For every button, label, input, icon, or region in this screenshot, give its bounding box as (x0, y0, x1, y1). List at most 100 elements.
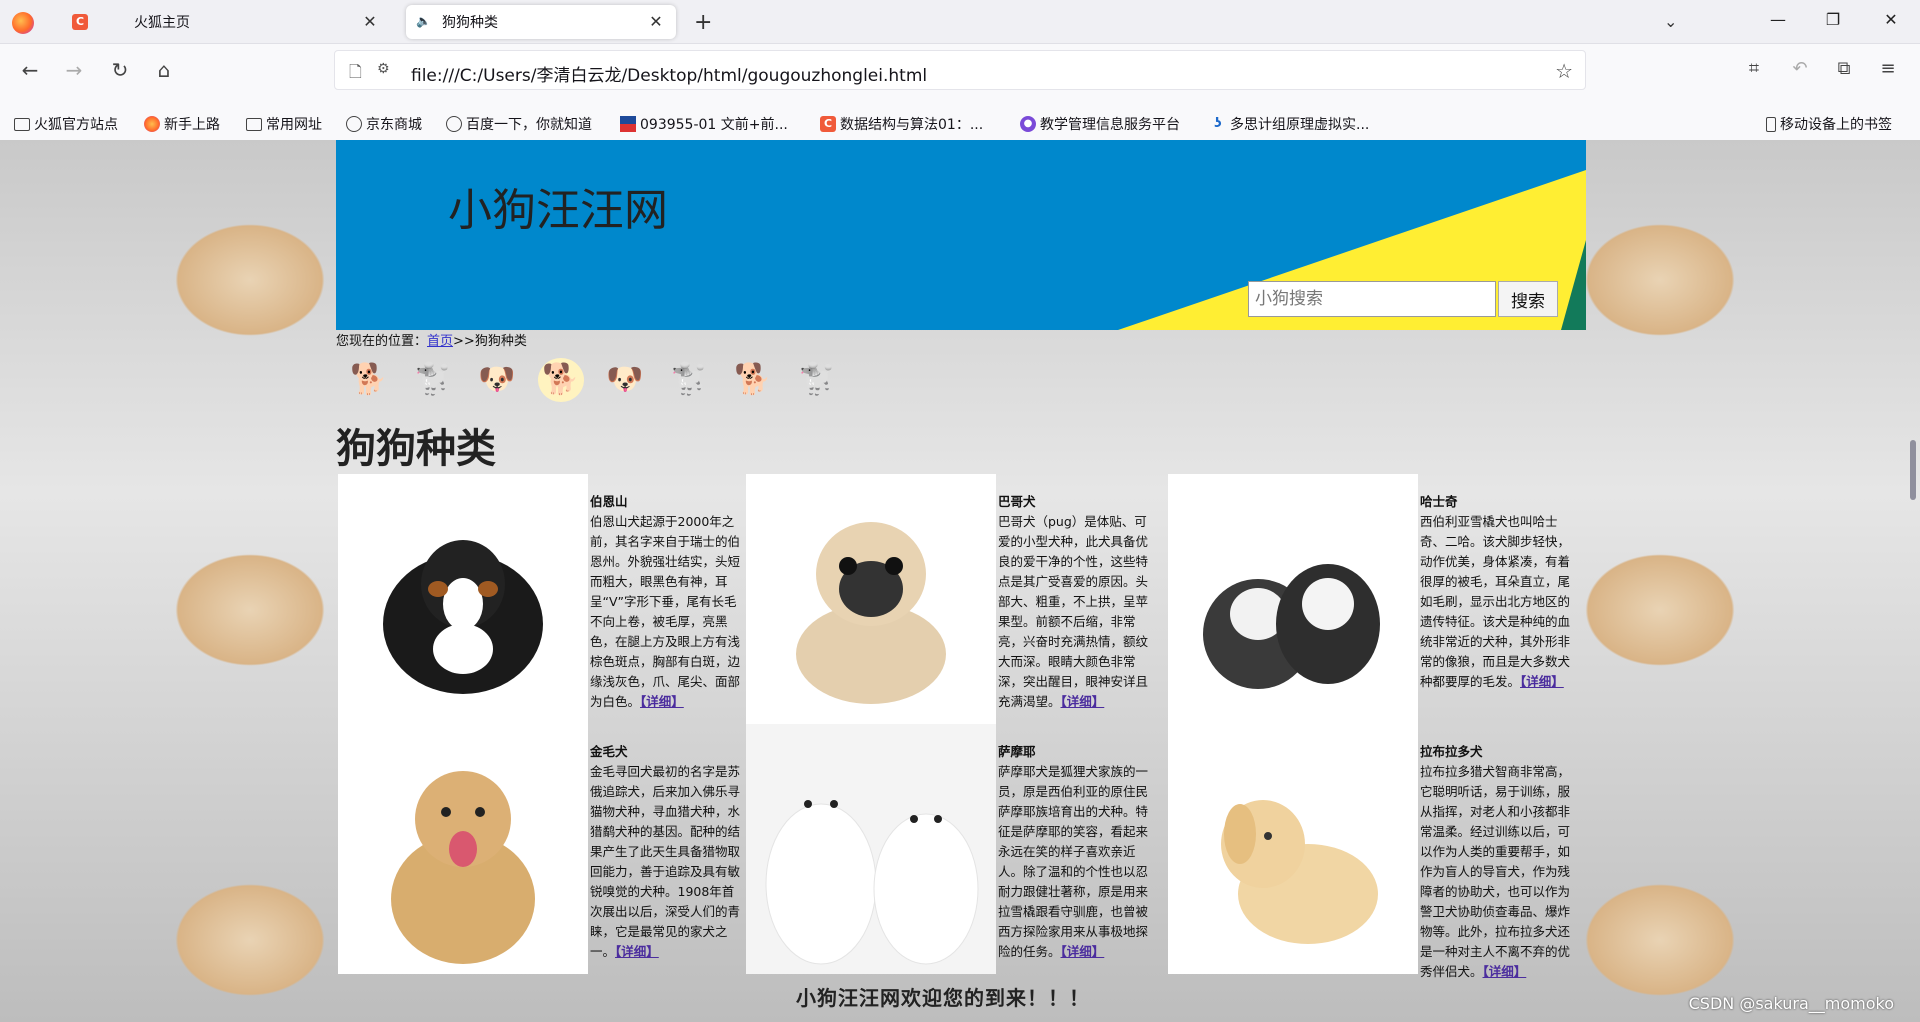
home-icon[interactable]: ⌂ (150, 58, 178, 82)
tab-dog-breeds[interactable]: 🔈 狗狗种类 ✕ (406, 5, 676, 39)
bookmark-item[interactable]: 火狐官方站点 (14, 114, 118, 134)
breed-desc-text: 西伯利亚雪橇犬也叫哈士奇、二哈。该犬脚步轻快，动作优美，身体紧凑，有着很厚的被毛… (1420, 514, 1571, 689)
breed-card: 金毛犬 金毛寻回犬最初的名字是苏俄追踪犬，后来加入佛乐寻猫物犬种，寻血猎犬种，水… (338, 724, 741, 974)
dog-sticker-icon[interactable]: 🐩 (410, 358, 456, 402)
bookmark-label: 移动设备上的书签 (1780, 117, 1892, 133)
tab-favicon-icon: C (72, 14, 88, 30)
bookmark-item[interactable]: 百度一下，你就知道 (446, 114, 592, 134)
globe-icon (346, 116, 362, 132)
detail-link[interactable]: 【详细】 (640, 694, 684, 709)
breed-name: 伯恩山 (590, 494, 628, 509)
dog-sticker-icon[interactable]: 🐕 (538, 358, 584, 402)
welcome-footer: 小狗汪汪网欢迎您的到来！！！ (796, 986, 1090, 1010)
dog-photo (1168, 724, 1418, 974)
folder-icon (14, 117, 30, 131)
dog-photo (746, 474, 996, 724)
search-input[interactable] (1248, 281, 1496, 317)
golden-retriever-image (391, 771, 535, 964)
dog-photo (746, 724, 996, 974)
bookmark-item[interactable]: ʖ 多思计组原理虚拟实... (1210, 114, 1369, 134)
bookmark-item[interactable]: 新手上路 (144, 114, 220, 134)
dog-sticker-icon[interactable]: 🐕 (346, 358, 392, 402)
breed-name: 拉布拉多犬 (1420, 744, 1483, 759)
husky-dog-image (1203, 564, 1380, 689)
speaker-icon[interactable]: 🔈 (416, 14, 431, 28)
breadcrumb: 您现在的位置：首页>>狗狗种类 (336, 330, 527, 349)
bookmark-item[interactable]: 常用网址 (246, 114, 322, 134)
site-title: 小狗汪汪网 (448, 185, 668, 236)
url-bar[interactable]: 🗋 ⚙ file:///C:/Users/李清白云龙/Desktop/html/… (334, 50, 1586, 90)
c-icon: C (820, 116, 836, 132)
section-title: 狗狗种类 (336, 426, 496, 472)
detail-link[interactable]: 【详细】 (1483, 964, 1527, 979)
close-icon[interactable]: ✕ (646, 12, 666, 31)
close-icon[interactable]: ✕ (360, 12, 380, 31)
bookmark-item[interactable]: ● 教学管理信息服务平台 (1020, 114, 1180, 134)
breed-card: 伯恩山 伯恩山犬起源于2000年之前，其名字来自于瑞士的伯恩州。外貌强壮结实，头… (338, 474, 741, 724)
breed-card: 萨摩耶 萨摩耶犬是狐狸犬家族的一员，原是西伯利亚的原住民萨摩耶族培育出的犬种。特… (746, 724, 1148, 974)
firefox-menu-icon[interactable] (12, 12, 34, 34)
bernese-dog-image (383, 540, 543, 694)
bookmark-star-icon[interactable]: ☆ (1555, 59, 1573, 83)
breed-name: 哈士奇 (1420, 494, 1458, 509)
breadcrumb-home-link[interactable]: 首页 (427, 334, 453, 349)
breed-desc-text: 拉布拉多猎犬智商非常高，它聪明听话，易于训练，服从指挥，对老人和小孩都非常温柔。… (1420, 764, 1571, 979)
window-close-icon[interactable]: ✕ (1876, 10, 1906, 29)
mobile-bookmarks[interactable]: 移动设备上的书签 (1766, 114, 1892, 134)
hamburger-menu-icon[interactable]: ≡ (1876, 58, 1900, 79)
breed-description: 巴哥犬 巴哥犬（pug）是体贴、可爱的小型犬种，此犬具备优良的爱干净的个性，这些… (998, 492, 1148, 712)
breed-desc-text: 伯恩山犬起源于2000年之前，其名字来自于瑞士的伯恩州。外貌强壮结实，头短而粗大… (590, 514, 741, 709)
extensions-icon[interactable]: ⧉ (1832, 58, 1856, 79)
bookmark-item[interactable]: C 数据结构与算法01：... (820, 114, 983, 134)
bookmark-label: 百度一下，你就知道 (466, 117, 592, 133)
scrollbar-thumb[interactable] (1910, 440, 1916, 500)
dog-sticker-icon[interactable]: 🐶 (602, 358, 648, 402)
dog-photo (338, 724, 588, 974)
search-button[interactable]: 搜索 (1498, 281, 1558, 317)
detail-link[interactable]: 【详细】 (1520, 674, 1564, 689)
breed-card: 拉布拉多犬 拉布拉多猎犬智商非常高，它聪明听话，易于训练，服从指挥，对老人和小孩… (1168, 724, 1570, 979)
minimize-icon[interactable]: — (1763, 10, 1793, 29)
detail-link[interactable]: 【详细】 (1061, 944, 1105, 959)
detail-link[interactable]: 【详细】 (615, 944, 659, 959)
blue-icon: ʖ (1214, 116, 1222, 131)
breed-desc-text: 金毛寻回犬最初的名字是苏俄追踪犬，后来加入佛乐寻猫物犬种，寻血猎犬种，水猎鹬犬种… (590, 764, 741, 959)
firefox-icon (144, 116, 160, 132)
csdn-watermark: CSDN @sakura__momoko (1688, 994, 1894, 1013)
screenshot-crop-icon[interactable]: ⌗ (1742, 58, 1766, 79)
breadcrumb-current: >>狗狗种类 (453, 334, 527, 349)
mobile-icon (1766, 116, 1776, 132)
tab-firefox-home[interactable]: C 火狐主页 ✕ (54, 5, 390, 39)
purple-icon: ● (1020, 116, 1036, 132)
bookmark-label: 多思计组原理虚拟实... (1230, 117, 1370, 133)
bookmarks-bar: 火狐官方站点 新手上路 常用网址 京东商城 百度一下，你就知道 093955-0… (0, 108, 1920, 140)
url-text[interactable]: file:///C:/Users/李清白云龙/Desktop/html/goug… (411, 61, 927, 86)
back-icon[interactable]: ← (16, 58, 44, 82)
chevron-down-icon[interactable]: ⌄ (1664, 12, 1677, 31)
dog-photo (338, 474, 588, 724)
breed-name: 萨摩耶 (998, 744, 1036, 759)
undo-icon[interactable]: ↶ (1788, 58, 1812, 79)
breed-description: 拉布拉多犬 拉布拉多猎犬智商非常高，它聪明听话，易于训练，服从指挥，对老人和小孩… (1420, 742, 1570, 982)
restore-icon[interactable]: ❐ (1818, 10, 1848, 29)
dog-sticker-icon[interactable]: 🐕 (730, 358, 776, 402)
bookmark-label: 火狐官方站点 (34, 117, 118, 133)
dog-sticker-icon[interactable]: 🐩 (666, 358, 712, 402)
breed-name: 巴哥犬 (998, 494, 1036, 509)
tab-bar: C 火狐主页 ✕ 🔈 狗狗种类 ✕ + ⌄ — ❐ ✕ (0, 0, 1920, 44)
detail-link[interactable]: 【详细】 (1061, 694, 1105, 709)
dog-sticker-icon[interactable]: 🐶 (474, 358, 520, 402)
bookmark-item[interactable]: 093955-01 文前+前... (620, 114, 788, 134)
permissions-icon[interactable]: ⚙ (377, 61, 390, 77)
flag-icon (620, 116, 636, 132)
bookmark-label: 教学管理信息服务平台 (1040, 117, 1180, 133)
dog-sticker-icon[interactable]: 🐩 (794, 358, 840, 402)
breed-card: 巴哥犬 巴哥犬（pug）是体贴、可爱的小型犬种，此犬具备优良的爱干净的个性，这些… (746, 474, 1148, 724)
tab-label: 狗狗种类 (442, 15, 498, 31)
bookmark-label: 093955-01 文前+前... (640, 117, 788, 133)
page-scrollbar[interactable] (1908, 140, 1918, 1022)
reload-icon[interactable]: ↻ (106, 58, 134, 82)
new-tab-icon[interactable]: + (694, 10, 712, 35)
forward-icon[interactable]: → (60, 58, 88, 82)
bookmark-item[interactable]: 京东商城 (346, 114, 422, 134)
